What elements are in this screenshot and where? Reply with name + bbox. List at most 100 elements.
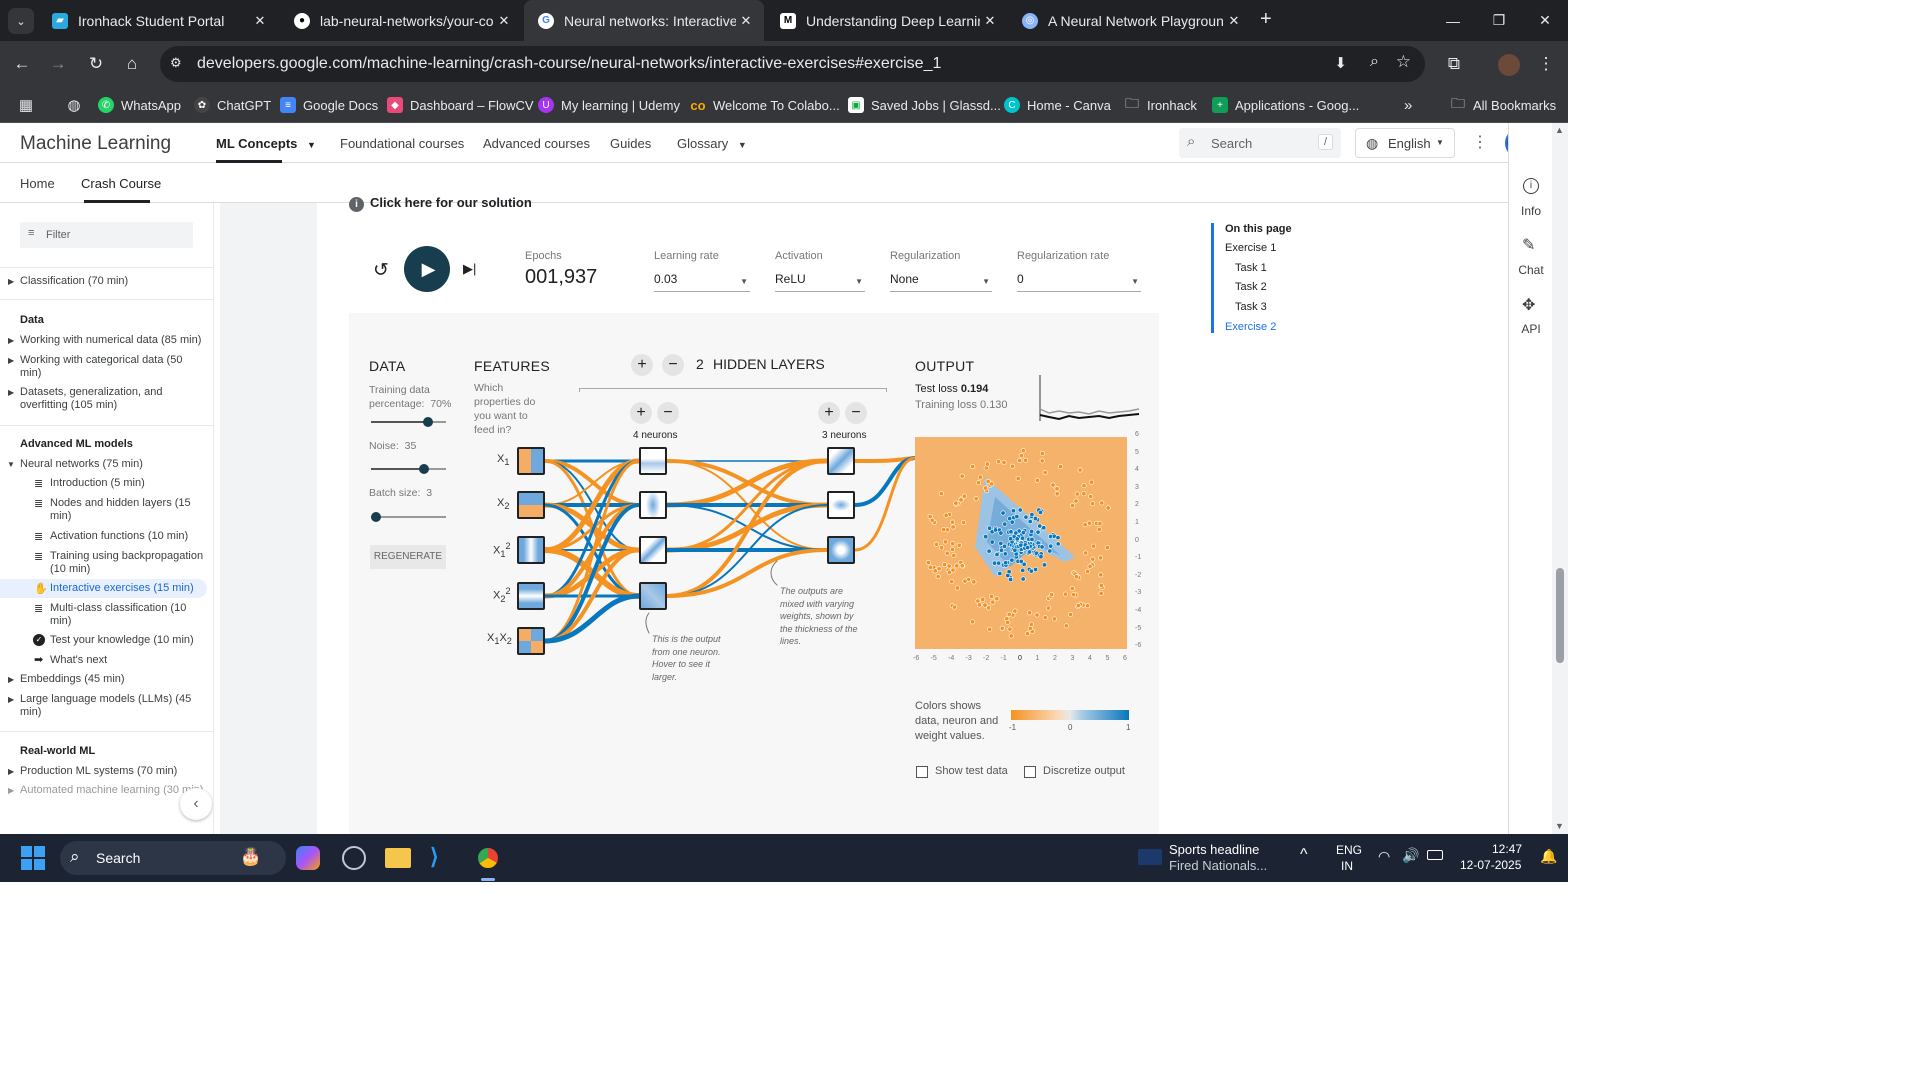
copilot-icon[interactable]	[296, 846, 320, 870]
language-select[interactable]: ◍ English ▼	[1355, 128, 1455, 158]
chat-icon[interactable]: ✎	[1522, 235, 1535, 255]
sidebar-item-llms[interactable]: Large language models (LLMs) (45 min)	[20, 693, 195, 719]
scroll-thumb[interactable]	[1556, 568, 1564, 663]
reload-icon[interactable]: ↻	[84, 52, 108, 76]
sidebar-item-categorical[interactable]: Working with categorical data (50 min)	[20, 354, 185, 380]
scroll-down-icon[interactable]: ▼	[1555, 821, 1564, 831]
back-icon[interactable]: ←	[10, 52, 34, 76]
lang-line1[interactable]: ENG	[1336, 843, 1362, 857]
star-icon[interactable]: ☆	[1396, 52, 1411, 72]
reg-rate-select[interactable]: 0 ▼	[1017, 272, 1141, 292]
discretize-label[interactable]: Discretize output	[1043, 765, 1125, 777]
close-icon[interactable]: ✕	[1224, 13, 1244, 29]
news-title[interactable]: Sports headline	[1169, 842, 1259, 857]
tab-github[interactable]: ● lab-neural-networks/your-code ✕	[280, 0, 522, 41]
extensions-icon[interactable]: ⧉	[1442, 52, 1466, 76]
close-icon[interactable]: ✕	[736, 13, 756, 29]
sidebar-item-production[interactable]: Production ML systems (70 min)	[20, 765, 205, 778]
vscode-icon[interactable]: ⟩	[430, 844, 439, 870]
minimize-button[interactable]: —	[1430, 0, 1476, 41]
scroll-up-icon[interactable]: ▲	[1555, 125, 1564, 135]
api-icon[interactable]: ✥	[1522, 295, 1535, 315]
subnav-crash-course[interactable]: Crash Course	[81, 176, 161, 191]
show-test-label[interactable]: Show test data	[935, 765, 1008, 777]
new-tab-button[interactable]: +	[1260, 8, 1272, 31]
volume-icon[interactable]: 🔊	[1402, 847, 1419, 864]
info-icon[interactable]: i	[1523, 178, 1539, 194]
step-icon[interactable]: ▶|	[463, 261, 476, 277]
toc-item-active[interactable]: Exercise 2	[1225, 321, 1276, 333]
site-search[interactable]: ⌕ Search /	[1179, 128, 1341, 158]
expand-arrow-icon[interactable]: ▶	[8, 336, 14, 345]
home-icon[interactable]: ⌂	[120, 52, 144, 76]
bookmark-applications[interactable]: + Applications - Goog...	[1212, 88, 1359, 122]
bookmark-glassdoor[interactable]: ▣ Saved Jobs | Glassd...	[848, 88, 1001, 122]
close-icon[interactable]: ✕	[494, 13, 514, 29]
expand-arrow-icon[interactable]: ▶	[8, 277, 14, 286]
bookmark-ironhack[interactable]: 🗀 Ironhack	[1124, 88, 1197, 122]
subnav-home[interactable]: Home	[20, 176, 55, 191]
rail-api[interactable]: API	[1509, 322, 1553, 336]
clock-date[interactable]: 12-07-2025	[1460, 858, 1521, 872]
neuron-l2-2[interactable]	[827, 491, 855, 519]
taskbar-search[interactable]: ⌕ Search 🎂	[60, 841, 286, 875]
restore-button[interactable]: ❐	[1476, 0, 1522, 41]
file-explorer-icon[interactable]	[385, 848, 411, 868]
play-button[interactable]: ▶	[404, 246, 450, 292]
zoom-icon[interactable]: ⌕	[1370, 53, 1379, 71]
neuron-l1-3[interactable]	[639, 536, 667, 564]
tab-neural-networks[interactable]: G Neural networks: Interactive exe ✕	[524, 0, 764, 41]
neuron-l1-1[interactable]	[639, 447, 667, 475]
address-bar[interactable]: ⚙ developers.google.com/machine-learning…	[160, 46, 1425, 82]
sidebar-item-multiclass[interactable]: Multi-class classification (10 min)	[50, 602, 200, 628]
chevron-up-icon[interactable]: ^	[1300, 846, 1308, 864]
expand-arrow-icon[interactable]: ▶	[8, 356, 14, 365]
sidebar-item-interactive[interactable]: Interactive exercises (15 min)	[50, 582, 200, 595]
bookmark-whatsapp[interactable]: ✆ WhatsApp	[98, 88, 181, 122]
toc-item[interactable]: Task 3	[1235, 301, 1267, 313]
windows-start-icon[interactable]	[21, 846, 45, 870]
notification-icon[interactable]: 🔔	[1540, 848, 1557, 865]
solution-link[interactable]: i Click here for our solution	[349, 195, 532, 212]
close-icon[interactable]: ✕	[250, 13, 270, 29]
feature-x2-squared[interactable]	[517, 582, 545, 610]
sidebar-item-backprop[interactable]: Training using backpropagation (10 min)	[50, 550, 205, 576]
bookmark-flowcv[interactable]: ◆ Dashboard – FlowCV	[387, 88, 534, 122]
filter-input[interactable]: ≡ Filter	[20, 222, 193, 248]
neuron-l1-2[interactable]	[639, 491, 667, 519]
forward-icon[interactable]: →	[46, 52, 70, 76]
recall-icon[interactable]	[342, 846, 366, 870]
sidebar-item-activation[interactable]: Activation functions (10 min)	[50, 530, 200, 543]
news-subtitle[interactable]: Fired Nationals...	[1169, 858, 1267, 873]
chrome-icon[interactable]	[475, 845, 501, 871]
rail-info[interactable]: Info	[1509, 204, 1553, 218]
page-scrollbar[interactable]: ▲ ▼	[1552, 123, 1568, 834]
sidebar-item-introduction[interactable]: Introduction (5 min)	[50, 477, 200, 490]
output-heatmap[interactable]	[915, 437, 1127, 649]
tab-playground[interactable]: ◎ A Neural Network Playground ✕	[1008, 0, 1252, 41]
reset-icon[interactable]: ↺	[373, 259, 389, 282]
sidebar-item-nodes[interactable]: Nodes and hidden layers (15 min)	[50, 497, 200, 523]
bookmark-chatgpt[interactable]: ✿ ChatGPT	[194, 88, 271, 122]
nav-foundational[interactable]: Foundational courses	[340, 136, 464, 151]
expand-arrow-icon[interactable]: ▶	[8, 786, 14, 795]
wifi-icon[interactable]: ◠	[1378, 848, 1390, 865]
sidebar-item-classification[interactable]: Classification (70 min)	[20, 275, 205, 288]
sidebar-item-neural-networks[interactable]: Neural networks (75 min)	[20, 458, 205, 471]
feature-x1-squared[interactable]	[517, 536, 545, 564]
site-info-icon[interactable]: ⚙	[170, 55, 182, 71]
menu-icon[interactable]: ⋮	[1534, 52, 1558, 76]
globe-icon[interactable]: ◍	[62, 93, 86, 117]
sidebar-item-embeddings[interactable]: Embeddings (45 min)	[20, 673, 205, 686]
expand-arrow-icon[interactable]: ▶	[8, 675, 14, 684]
nav-guides[interactable]: Guides	[610, 136, 651, 151]
tab-search-button[interactable]: ⌄	[8, 8, 34, 34]
lang-line2[interactable]: IN	[1341, 859, 1353, 873]
rail-chat[interactable]: Chat	[1509, 263, 1553, 277]
sidebar-item-test[interactable]: Test your knowledge (10 min)	[50, 634, 200, 647]
site-brand[interactable]: Machine Learning	[20, 133, 171, 155]
neuron-l2-3[interactable]	[827, 536, 855, 564]
toc-item[interactable]: Task 2	[1235, 281, 1267, 293]
profile-avatar[interactable]	[1498, 54, 1520, 76]
news-icon[interactable]	[1138, 849, 1162, 865]
